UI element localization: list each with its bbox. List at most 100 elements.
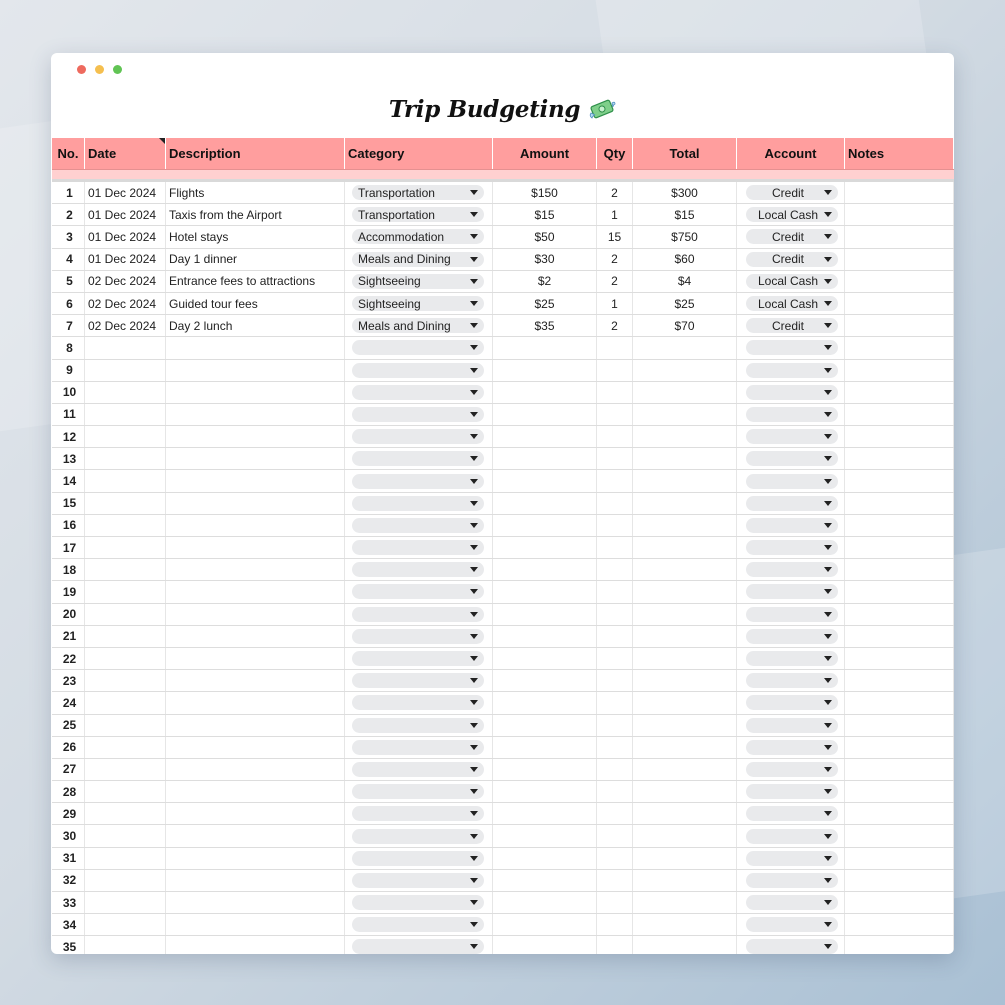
description-cell[interactable] (166, 803, 345, 825)
row-number[interactable]: 30 (52, 825, 85, 847)
category-cell[interactable] (345, 492, 493, 514)
date-cell[interactable]: 01 Dec 2024 (85, 204, 166, 226)
account-cell[interactable] (737, 692, 845, 714)
category-dropdown[interactable] (352, 872, 484, 888)
total-cell[interactable] (633, 514, 737, 536)
row-number[interactable]: 35 (52, 936, 85, 954)
qty-cell[interactable]: 15 (597, 226, 633, 248)
notes-cell[interactable] (845, 714, 954, 736)
row-number[interactable]: 15 (52, 492, 85, 514)
account-cell[interactable] (737, 514, 845, 536)
category-dropdown[interactable] (352, 451, 484, 467)
category-dropdown[interactable] (352, 806, 484, 822)
total-cell[interactable] (633, 537, 737, 559)
account-dropdown[interactable]: Credit (746, 185, 838, 201)
description-cell[interactable] (166, 581, 345, 603)
account-cell[interactable] (737, 647, 845, 670)
row-number[interactable]: 4 (52, 248, 85, 270)
account-dropdown[interactable] (746, 695, 838, 711)
qty-cell[interactable] (597, 426, 633, 448)
amount-cell[interactable] (493, 448, 597, 470)
notes-cell[interactable] (845, 448, 954, 470)
account-cell[interactable] (737, 892, 845, 914)
notes-cell[interactable] (845, 559, 954, 581)
category-dropdown[interactable] (352, 540, 484, 556)
qty-cell[interactable] (597, 514, 633, 536)
category-dropdown[interactable] (352, 384, 484, 400)
notes-cell[interactable] (845, 869, 954, 891)
row-number[interactable]: 11 (52, 403, 85, 426)
category-cell[interactable]: Meals and Dining (345, 248, 493, 270)
notes-cell[interactable] (845, 381, 954, 403)
account-cell[interactable] (737, 537, 845, 559)
notes-cell[interactable] (845, 625, 954, 647)
notes-cell[interactable] (845, 426, 954, 448)
account-dropdown[interactable] (746, 850, 838, 866)
row-number[interactable]: 10 (52, 381, 85, 403)
account-dropdown[interactable] (746, 939, 838, 954)
account-dropdown[interactable] (746, 895, 838, 911)
qty-cell[interactable] (597, 470, 633, 492)
qty-cell[interactable] (597, 448, 633, 470)
total-cell[interactable] (633, 892, 737, 914)
description-cell[interactable] (166, 892, 345, 914)
category-dropdown[interactable] (352, 606, 484, 622)
total-cell[interactable]: $4 (633, 270, 737, 292)
col-header-description[interactable]: Description (166, 138, 345, 169)
account-cell[interactable]: Credit (737, 315, 845, 337)
category-cell[interactable]: Meals and Dining (345, 315, 493, 337)
total-cell[interactable] (633, 381, 737, 403)
qty-cell[interactable] (597, 936, 633, 954)
total-cell[interactable] (633, 914, 737, 936)
account-cell[interactable] (737, 736, 845, 758)
notes-cell[interactable] (845, 670, 954, 692)
account-dropdown[interactable] (746, 917, 838, 933)
total-cell[interactable] (633, 492, 737, 514)
notes-cell[interactable] (845, 359, 954, 381)
total-cell[interactable]: $70 (633, 315, 737, 337)
category-dropdown[interactable] (352, 429, 484, 445)
notes-cell[interactable] (845, 692, 954, 714)
total-cell[interactable]: $750 (633, 226, 737, 248)
account-dropdown[interactable] (746, 651, 838, 667)
account-cell[interactable]: Credit (737, 226, 845, 248)
date-cell[interactable] (85, 781, 166, 803)
notes-cell[interactable] (845, 914, 954, 936)
account-dropdown[interactable] (746, 362, 838, 378)
description-cell[interactable] (166, 448, 345, 470)
notes-cell[interactable] (845, 514, 954, 536)
notes-cell[interactable] (845, 470, 954, 492)
row-number[interactable]: 31 (52, 847, 85, 869)
row-number[interactable]: 14 (52, 470, 85, 492)
account-cell[interactable] (737, 803, 845, 825)
category-dropdown[interactable] (352, 628, 484, 644)
amount-cell[interactable]: $150 (493, 182, 597, 204)
amount-cell[interactable] (493, 359, 597, 381)
category-dropdown[interactable] (352, 895, 484, 911)
amount-cell[interactable] (493, 736, 597, 758)
category-cell[interactable] (345, 559, 493, 581)
category-dropdown[interactable] (352, 828, 484, 844)
col-header-qty[interactable]: Qty (597, 138, 633, 169)
row-number[interactable]: 17 (52, 537, 85, 559)
description-cell[interactable]: Taxis from the Airport (166, 204, 345, 226)
qty-cell[interactable] (597, 603, 633, 625)
category-dropdown[interactable] (352, 717, 484, 733)
notes-cell[interactable] (845, 182, 954, 204)
date-cell[interactable]: 02 Dec 2024 (85, 292, 166, 315)
date-cell[interactable]: 02 Dec 2024 (85, 315, 166, 337)
account-dropdown[interactable] (746, 739, 838, 755)
date-cell[interactable] (85, 847, 166, 869)
date-cell[interactable] (85, 825, 166, 847)
row-number[interactable]: 5 (52, 270, 85, 292)
account-cell[interactable] (737, 448, 845, 470)
amount-cell[interactable] (493, 559, 597, 581)
account-cell[interactable] (737, 359, 845, 381)
amount-cell[interactable] (493, 714, 597, 736)
description-cell[interactable] (166, 758, 345, 781)
qty-cell[interactable] (597, 736, 633, 758)
description-cell[interactable] (166, 825, 345, 847)
row-number[interactable]: 24 (52, 692, 85, 714)
category-cell[interactable]: Transportation (345, 182, 493, 204)
date-cell[interactable] (85, 514, 166, 536)
